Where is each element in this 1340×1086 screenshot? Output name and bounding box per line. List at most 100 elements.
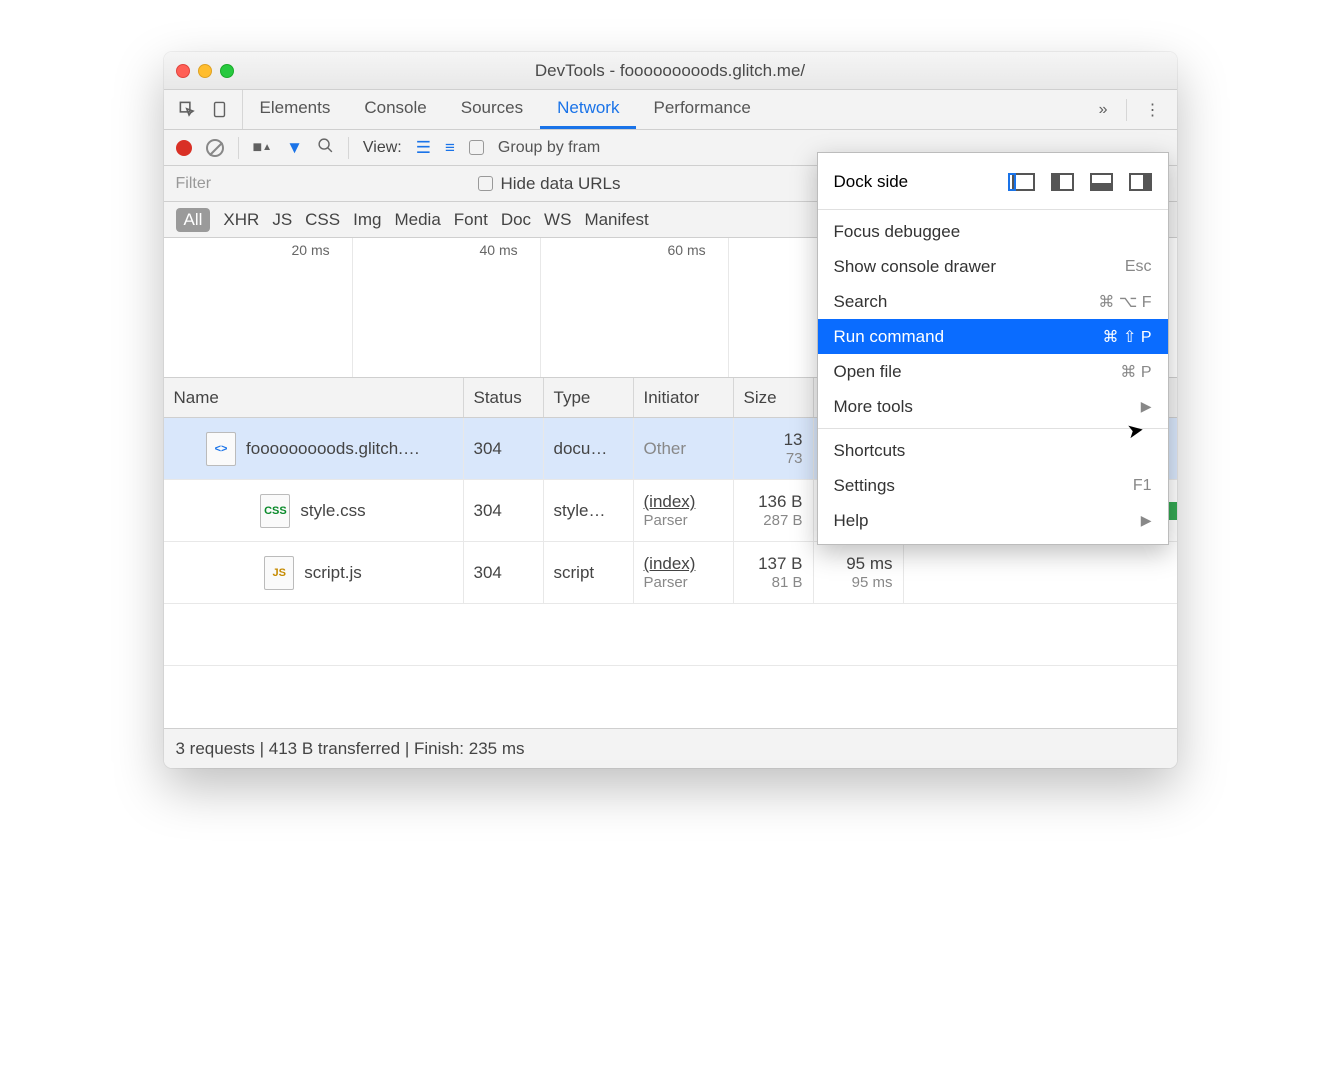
camera-icon[interactable]: ■▲ <box>253 139 273 157</box>
empty-row <box>164 604 1177 666</box>
menu-item-help[interactable]: Help ▶ <box>818 503 1168 538</box>
view-small-icon[interactable]: ≡ <box>445 138 455 158</box>
menu-shortcut: ▶ <box>1141 512 1152 529</box>
chip-xhr[interactable]: XHR <box>223 210 259 230</box>
menu-shortcut: ⌘ ⌥ F <box>1098 292 1151 312</box>
record-icon[interactable] <box>176 140 192 156</box>
cell-size: 137 B81 B <box>734 542 814 603</box>
table-row[interactable]: JSscript.js304script(index)Parser137 B81… <box>164 542 1177 604</box>
hide-urls-label: Hide data URLs <box>501 174 621 194</box>
cell-waterfall <box>904 542 1177 603</box>
cell-initiator: Other <box>634 418 734 479</box>
menu-item-settings[interactable]: Settings F1 <box>818 468 1168 503</box>
menu-shortcut: ▶ <box>1141 398 1152 415</box>
zoom-icon[interactable] <box>220 64 234 78</box>
filter-icon[interactable]: ▼ <box>286 138 303 158</box>
cell-type: docu… <box>544 418 634 479</box>
view-label: View: <box>363 139 402 157</box>
menu-label: More tools <box>834 397 913 417</box>
tab-console[interactable]: Console <box>347 90 443 129</box>
chip-img[interactable]: Img <box>353 210 381 230</box>
devtools-window: DevTools - fooooooooods.glitch.me/ Eleme… <box>164 52 1177 768</box>
menu-item-shortcuts[interactable]: Shortcuts <box>818 433 1168 468</box>
window-title: DevTools - fooooooooods.glitch.me/ <box>164 61 1177 81</box>
col-initiator[interactable]: Initiator <box>634 378 734 417</box>
empty-row <box>164 666 1177 728</box>
menu-separator <box>818 209 1168 210</box>
menu-label: Settings <box>834 476 895 496</box>
divider <box>1126 99 1127 121</box>
tick: 60 ms <box>668 242 706 258</box>
filter-input[interactable] <box>164 166 478 201</box>
close-icon[interactable] <box>176 64 190 78</box>
tab-elements[interactable]: Elements <box>243 90 348 129</box>
col-type[interactable]: Type <box>544 378 634 417</box>
tab-performance[interactable]: Performance <box>636 90 767 129</box>
kebab-icon[interactable]: ⋮ <box>1145 100 1161 120</box>
chip-media[interactable]: Media <box>394 210 440 230</box>
chip-css[interactable]: CSS <box>305 210 340 230</box>
col-size[interactable]: Size <box>734 378 814 417</box>
cell-status: 304 <box>464 542 544 603</box>
cell-time: 95 ms95 ms <box>814 542 904 603</box>
minimize-icon[interactable] <box>198 64 212 78</box>
dock-undock-icon[interactable] <box>1012 173 1035 191</box>
chip-all[interactable]: All <box>176 208 211 232</box>
dock-bottom-icon[interactable] <box>1090 173 1113 191</box>
file-name: fooooooooods.glitch.… <box>246 439 420 459</box>
search-icon[interactable] <box>317 137 334 159</box>
tab-sources[interactable]: Sources <box>444 90 540 129</box>
chip-manifest[interactable]: Manifest <box>584 210 648 230</box>
file-name: style.css <box>300 501 365 521</box>
menu-item-focus-debuggee[interactable]: Focus debuggee <box>818 214 1168 249</box>
traffic-lights <box>176 64 234 78</box>
menu-label: Open file <box>834 362 902 382</box>
chip-ws[interactable]: WS <box>544 210 571 230</box>
dock-left-icon[interactable] <box>1051 173 1074 191</box>
menu-label: Run command <box>834 327 945 347</box>
menu-shortcut: Esc <box>1125 258 1152 276</box>
tab-network[interactable]: Network <box>540 90 636 129</box>
main-tabs: ElementsConsoleSourcesNetworkPerformance… <box>164 90 1177 130</box>
dock-right-icon[interactable] <box>1129 173 1152 191</box>
col-status[interactable]: Status <box>464 378 544 417</box>
file-icon: JS <box>264 556 294 590</box>
menu-item-open-file[interactable]: Open file ⌘ P <box>818 354 1168 389</box>
menu-label: Help <box>834 511 869 531</box>
view-large-icon[interactable]: ☰ <box>416 138 431 158</box>
menu-item-run-command[interactable]: Run command ⌘ ⇧ P <box>818 319 1168 354</box>
col-name[interactable]: Name <box>164 378 464 417</box>
menu-item-show-console-drawer[interactable]: Show console drawer Esc <box>818 249 1168 284</box>
menu-label: Shortcuts <box>834 441 906 461</box>
inspect-icon[interactable] <box>178 100 197 119</box>
file-name: script.js <box>304 563 362 583</box>
cell-size: 1373 <box>734 418 814 479</box>
status-bar: 3 requests | 413 B transferred | Finish:… <box>164 728 1177 768</box>
titlebar[interactable]: DevTools - fooooooooods.glitch.me/ <box>164 52 1177 90</box>
menu-item-search[interactable]: Search⌘ ⌥ F <box>818 284 1168 319</box>
file-icon: <> <box>206 432 236 466</box>
clear-icon[interactable] <box>206 139 224 157</box>
more-tabs-icon[interactable]: » <box>1099 101 1108 119</box>
menu-shortcut: F1 <box>1133 477 1152 495</box>
menu-shortcut: ⌘ P <box>1120 362 1151 382</box>
cell-initiator: (index)Parser <box>634 480 734 541</box>
file-icon: CSS <box>260 494 290 528</box>
dock-label: Dock side <box>834 172 909 192</box>
device-icon[interactable] <box>211 100 228 119</box>
cell-type: script <box>544 542 634 603</box>
cell-status: 304 <box>464 480 544 541</box>
menu-item-more-tools[interactable]: More tools ▶ <box>818 389 1168 424</box>
chip-font[interactable]: Font <box>454 210 488 230</box>
menu-separator <box>818 428 1168 429</box>
dock-side-row: Dock side <box>818 159 1168 205</box>
tick: 20 ms <box>292 242 330 258</box>
cell-size: 136 B287 B <box>734 480 814 541</box>
hide-urls-checkbox[interactable] <box>478 176 493 191</box>
group-checkbox[interactable] <box>469 140 484 155</box>
chip-doc[interactable]: Doc <box>501 210 531 230</box>
menu-label: Show console drawer <box>834 257 997 277</box>
chip-js[interactable]: JS <box>272 210 292 230</box>
tick: 40 ms <box>480 242 518 258</box>
menu-shortcut: ⌘ ⇧ P <box>1103 327 1152 347</box>
